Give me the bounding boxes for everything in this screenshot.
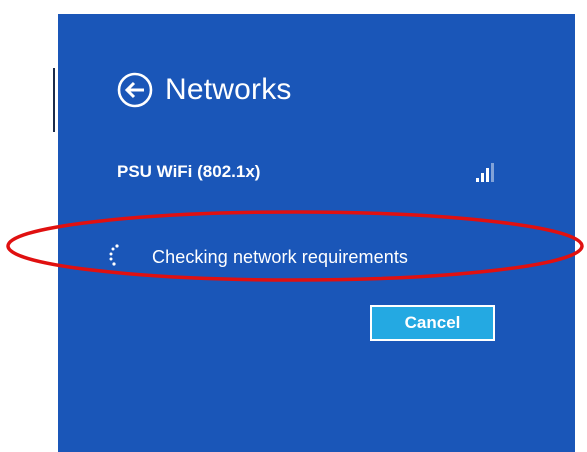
networks-flyout-panel: Networks PSU WiFi (802.1x) Checking netw… — [58, 14, 575, 452]
status-text: Checking network requirements — [152, 246, 409, 267]
network-item-psu-wifi[interactable]: PSU WiFi (802.1x) — [117, 154, 497, 190]
loading-spinner-icon — [109, 244, 119, 266]
connection-status: Checking network requirements — [105, 242, 408, 272]
cancel-button[interactable]: Cancel — [370, 305, 495, 341]
panel-header: Networks — [117, 72, 292, 108]
network-name: PSU WiFi (802.1x) — [117, 162, 261, 181]
panel-title: Networks — [165, 73, 292, 106]
back-arrow-icon[interactable] — [117, 72, 153, 108]
wifi-signal-bars-icon — [476, 163, 494, 182]
window-edge-line — [53, 68, 55, 132]
